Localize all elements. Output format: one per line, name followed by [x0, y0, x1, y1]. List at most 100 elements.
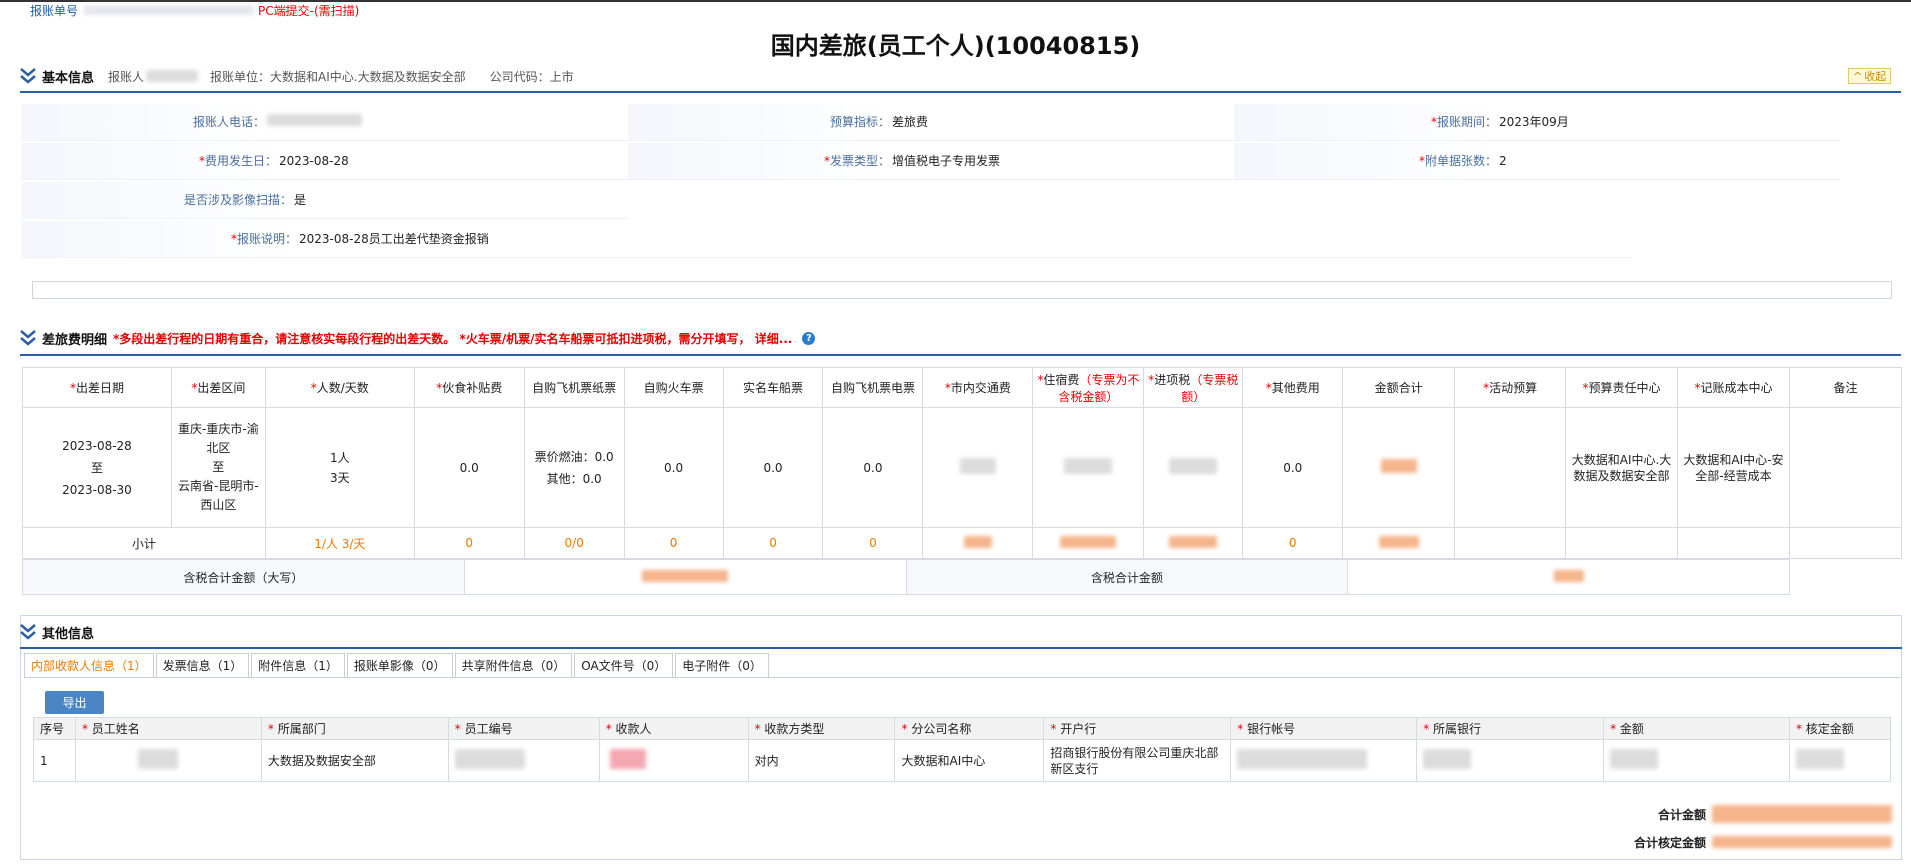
cell-meal: 0.0 [413, 407, 525, 528]
page-title: 国内差旅(员工个人)(10040815) [770, 32, 1141, 60]
payee-account [1230, 739, 1418, 782]
subtotal-ship: 0 [722, 527, 824, 559]
budget-value: 差旅费 [892, 115, 929, 129]
cell-remark [1788, 407, 1903, 528]
desc-value: 2023-08-28员工出差代垫资金报销 [299, 232, 489, 246]
period-value: 2023年09月 [1499, 115, 1569, 129]
col-payee: * 收款人 [598, 717, 749, 740]
cell-local-trans [922, 407, 1034, 528]
payee-payee [598, 739, 749, 782]
cell-hotel [1032, 407, 1145, 528]
payee-type: 对内 [747, 739, 896, 782]
info-row-4: * 报账说明： 2023-08-28员工出差代垫资金报销 [22, 220, 1632, 258]
tab-attachment[interactable]: 附件信息（1） [251, 653, 345, 677]
collapse-label: 收起 [1864, 70, 1887, 83]
doc-no-value [84, 5, 255, 15]
tab-e-attachment[interactable]: 电子附件（0） [675, 653, 769, 677]
chevron-up-icon: ^ [1853, 69, 1863, 83]
payee-seq: 1 [33, 739, 76, 782]
subtotal-flight-e: 0 [822, 527, 924, 559]
payee-amount [1603, 739, 1790, 782]
tab-image[interactable]: 报账单影像（0） [346, 653, 453, 677]
reporter-value [146, 70, 199, 82]
basic-info-divider [20, 91, 1901, 93]
travel-warning[interactable]: *多段出差行程的日期有重合，请注意核实每段行程的出差天数。 *火车票/机票/实名… [113, 330, 792, 347]
image-scan-label: 是否涉及影像扫描： [22, 181, 292, 218]
col-flight-paper: 自购飞机票纸票 [523, 367, 625, 408]
other-info-tabs: 内部收款人信息（1） 发票信息（1） 附件信息（1） 报账单影像（0） 共享附件… [24, 653, 771, 677]
col-amount: * 金额 [1603, 717, 1790, 740]
tab-shared-attachment[interactable]: 共享附件信息（0） [454, 653, 573, 677]
payee-row[interactable]: 1 大数据及数据安全部 对内 大数据和AI中心 招商银行股份有限公司重庆北部新区… [33, 739, 1892, 782]
col-remark: 备注 [1788, 367, 1903, 408]
sum-label: 合计金额 [1657, 807, 1706, 822]
sum-value [1712, 805, 1892, 823]
collapse-button[interactable]: ^ 收起 [1848, 68, 1892, 84]
subtotal-meal: 0 [413, 527, 525, 559]
total-label: 含税合计金额 [905, 559, 1349, 595]
tab-oa-doc[interactable]: OA文件号（0） [574, 653, 674, 677]
double-chevron-down-icon [20, 624, 36, 640]
other-info-header[interactable]: 其他信息 [20, 622, 94, 642]
total-value [1347, 559, 1790, 595]
info-row-2: * 费用发生日： 2023-08-28 * 发票类型： 增值税电子专用发票 * 附单据… [22, 142, 1840, 180]
subtotal-flight-paper: 0/0 [523, 527, 625, 559]
tab-invoice[interactable]: 发票信息（1） [155, 653, 250, 677]
double-chevron-down-icon [20, 68, 36, 84]
tabs-baseline [24, 677, 1900, 678]
col-payee-type: * 收款方类型 [747, 717, 896, 740]
image-scan-value: 是 [294, 193, 307, 207]
col-people-days: *人数/天数 [264, 367, 415, 408]
subtotal-label: 小计 [22, 527, 266, 559]
payee-bank-name [1416, 739, 1605, 782]
info-row-3: 是否涉及影像扫描： 是 [22, 181, 628, 219]
travel-data-row[interactable]: 2023-08-28 至 2023-08-30 重庆-重庆市-渝北区至云南省-昆明市… [22, 407, 1903, 528]
cell-date: 2023-08-28 至 2023-08-30 [22, 407, 172, 528]
col-ship: 实名车船票 [722, 367, 824, 408]
payee-emp-no [447, 739, 600, 782]
empty-bar [32, 281, 1892, 299]
travel-header-row: *出差日期 *出差区间 *人数/天数 *伙食补贴费 自购飞机票纸票 自购火车票 … [22, 367, 1903, 408]
cell-other: 0.0 [1242, 407, 1344, 528]
cell-cost-center: 大数据和AI中心-安全部-经营成本 [1677, 407, 1790, 528]
payee-approved [1788, 739, 1892, 782]
cell-total [1342, 407, 1456, 528]
unit-label: 报账单位：大数据和AI中心.大数据及数据安全部 [210, 69, 466, 84]
tab-payee[interactable]: 内部收款人信息（1） [24, 653, 154, 677]
col-cost-center: *记账成本中心 [1677, 367, 1790, 408]
export-button[interactable]: 导出 [45, 691, 104, 714]
total-table: 含税合计金额（大写） 含税合计金额 [22, 559, 1790, 595]
cell-input-tax [1143, 407, 1244, 528]
payee-table: 序号 * 员工姓名 * 所属部门 * 员工编号 * 收款人 * 收款方类型 * … [33, 717, 1892, 782]
invoice-type-value: 增值税电子专用发票 [892, 154, 1001, 168]
col-activity: *活动预算 [1454, 367, 1567, 408]
travel-header[interactable]: 差旅费明细 *多段出差行程的日期有重合，请注意核实每段行程的出差天数。 *火车票… [20, 328, 816, 348]
cell-ship: 0.0 [722, 407, 824, 528]
col-bank-name: * 所属银行 [1416, 717, 1605, 740]
cell-train: 0.0 [623, 407, 724, 528]
subtotal-budget-center [1565, 527, 1678, 559]
subtotal-people-days: 1/人 3/天 [264, 527, 415, 559]
col-budget-center: *预算责任中心 [1565, 367, 1678, 408]
phone-value [265, 114, 625, 129]
basic-info-header[interactable]: 基本信息 报账人 报账单位：大数据和AI中心.大数据及数据安全部 公司代码：上市 [20, 66, 574, 86]
cell-people-days: 1人 3天 [264, 407, 415, 528]
other-info-divider [20, 647, 1902, 649]
cell-activity [1454, 407, 1567, 528]
payee-branch: 大数据和AI中心 [894, 739, 1045, 782]
travel-title: 差旅费明细 [42, 332, 108, 348]
cell-flight-paper: 票价燃油：0.0 其他：0.0 [523, 407, 625, 528]
col-hotel: *住宿费（专票为不含税金额） [1032, 367, 1145, 408]
subtotal-input-tax [1143, 527, 1244, 559]
travel-divider [20, 354, 1901, 356]
sum-row: 合计金额 [1658, 803, 1892, 825]
col-total: 金额合计 [1342, 367, 1456, 408]
info-row-1: 报账人电话： 预算指标： 差旅费 * 报账期间： 2023年09月 [22, 103, 1840, 141]
payee-dept: 大数据及数据安全部 [260, 739, 449, 782]
help-icon[interactable]: ? [802, 331, 816, 345]
col-date: *出差日期 [22, 367, 172, 408]
attach-count-label: * 附单据张数： [1234, 142, 1497, 179]
cell-flight-e: 0.0 [822, 407, 924, 528]
subtotal-cost-center [1677, 527, 1790, 559]
pc-submit-link[interactable]: PC端提交-(需扫描) [258, 2, 359, 19]
